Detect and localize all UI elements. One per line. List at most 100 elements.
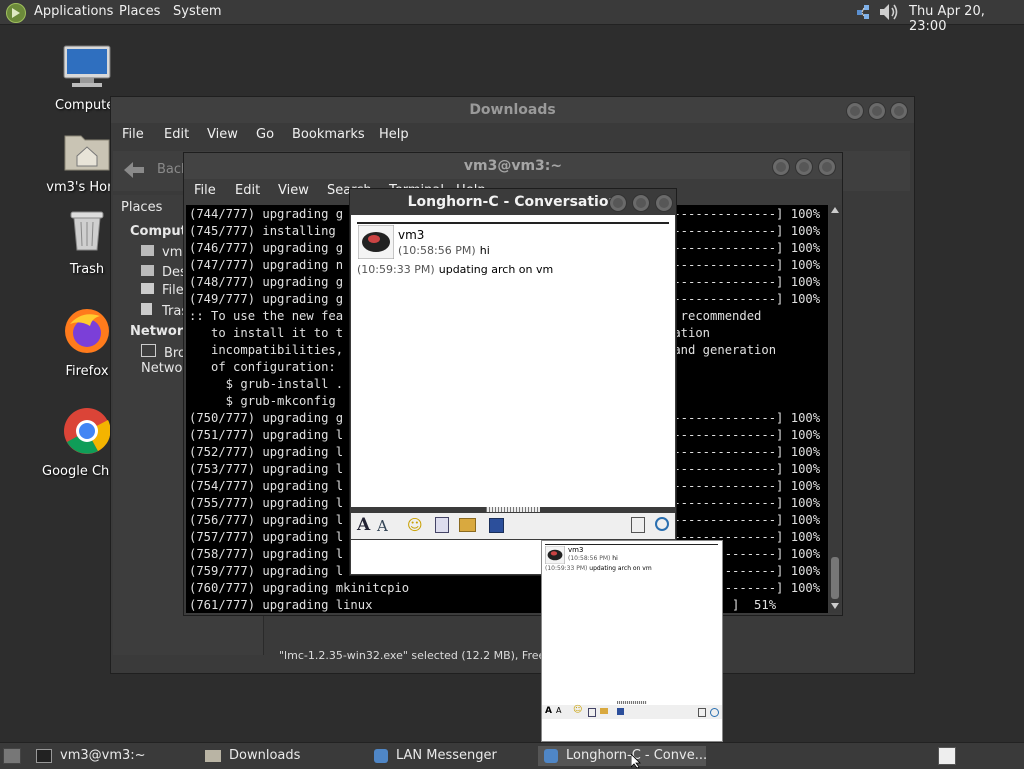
window-title: Longhorn-C - Conversation: [407, 194, 619, 210]
sidebar-header: Places: [121, 200, 163, 215]
splitter-handle: [617, 701, 647, 704]
message-row: (10:59:33 PM) updating arch on vm: [545, 565, 652, 572]
save-icon[interactable]: [489, 518, 504, 533]
network-icon: [141, 344, 156, 357]
volume-icon[interactable]: [878, 2, 900, 22]
message-history[interactable]: vm3 (10:58:56 PM) hi (10:59:33 PM) updat…: [351, 215, 675, 507]
terminal-titlebar[interactable]: vm3@vm3:~: [184, 153, 842, 179]
trash-icon: [70, 211, 104, 251]
message-time: (10:59:33 PM): [357, 263, 435, 276]
send-folder-icon: [600, 708, 608, 714]
conversation-toolbar: A A ☺: [542, 705, 722, 719]
home-folder-icon: [64, 135, 110, 171]
conversation-window: Longhorn-C - Conversation vm3 (10:58:56 …: [349, 188, 677, 576]
transfers-icon[interactable]: [655, 517, 669, 531]
menu-go[interactable]: Go: [256, 127, 274, 142]
message-time: (10:58:56 PM): [568, 555, 611, 562]
terminal-icon: [36, 748, 52, 763]
save-icon: [617, 708, 624, 715]
lan-messenger-icon: [374, 748, 388, 763]
font-color-icon: A: [556, 706, 562, 715]
font-icon[interactable]: A: [357, 515, 370, 535]
taskbar-item-downloads[interactable]: Downloads: [205, 746, 365, 766]
scroll-thumb[interactable]: [831, 557, 839, 599]
menu-file[interactable]: File: [122, 127, 144, 142]
maximize-button[interactable]: [868, 102, 886, 120]
folder-icon: [141, 265, 154, 276]
menu-file[interactable]: File: [194, 183, 216, 198]
sender-name: vm3: [568, 546, 584, 554]
maximize-button[interactable]: [632, 194, 650, 212]
taskbar-item-lan-messenger[interactable]: LAN Messenger: [374, 746, 534, 766]
firefox-icon: [65, 309, 109, 353]
downloads-menubar: File Edit View Go Bookmarks Help: [111, 127, 914, 147]
conversation-toolbar: A A ☺: [351, 513, 675, 539]
places-menu[interactable]: Places: [119, 4, 160, 19]
avatar: [358, 225, 394, 259]
window-preview-thumbnail[interactable]: vm3 (10:58:56 PM) hi (10:59:33 PM) updat…: [541, 540, 723, 742]
taskbar-item-label: vm3@vm3:~: [60, 748, 146, 763]
avatar: [545, 546, 565, 564]
network-status-icon[interactable]: [856, 4, 870, 20]
computer-icon: [63, 45, 111, 87]
clock[interactable]: Thu Apr 20, 23:00: [909, 4, 1024, 34]
send-file-icon: [588, 708, 596, 717]
drive-icon: [141, 283, 154, 294]
divider: [357, 222, 669, 224]
taskbar-item-label: Downloads: [229, 748, 301, 763]
close-button[interactable]: [818, 158, 836, 176]
message-row: (10:58:56 PM) hi: [568, 555, 618, 562]
history-icon[interactable]: [631, 517, 645, 533]
history-icon: [698, 708, 706, 717]
message-row: (10:58:56 PM) hi: [398, 243, 490, 258]
window-title: Downloads: [469, 102, 556, 118]
folder-icon: [141, 245, 154, 256]
conversation-titlebar[interactable]: Longhorn-C - Conversation: [350, 189, 676, 215]
transfers-icon: [710, 708, 719, 717]
taskbar-item-conversation[interactable]: Longhorn-C - Conve...: [538, 746, 707, 766]
folder-icon: [205, 749, 221, 762]
back-arrow-icon[interactable]: [123, 161, 145, 179]
send-file-icon[interactable]: [435, 517, 449, 533]
message-text: updating arch on vm: [589, 565, 652, 572]
font-color-icon[interactable]: A: [377, 517, 388, 535]
chrome-icon: [64, 408, 111, 454]
smiley-icon: ☺: [573, 705, 583, 715]
close-button[interactable]: [890, 102, 908, 120]
menu-edit[interactable]: Edit: [235, 183, 260, 198]
send-folder-icon[interactable]: [459, 518, 476, 532]
message-text: updating arch on vm: [438, 263, 554, 276]
minimize-button[interactable]: [846, 102, 864, 120]
smiley-icon[interactable]: ☺: [407, 516, 423, 534]
font-icon: A: [545, 706, 552, 716]
top-panel: Applications Places System Thu Apr 20, 2…: [0, 0, 1024, 34]
sender-name: vm3: [398, 228, 425, 242]
menu-edit[interactable]: Edit: [164, 127, 189, 142]
minimize-button[interactable]: [609, 194, 627, 212]
terminal-scrollbar[interactable]: [829, 205, 841, 613]
close-button[interactable]: [655, 194, 673, 212]
distro-logo-icon[interactable]: [6, 3, 26, 23]
downloads-titlebar[interactable]: Downloads: [111, 97, 914, 123]
divider: [545, 544, 718, 545]
applications-menu[interactable]: Applications: [34, 4, 113, 19]
system-menu[interactable]: System: [173, 4, 221, 19]
scroll-up-icon[interactable]: [831, 207, 839, 213]
workspace-switcher[interactable]: [938, 747, 956, 765]
window-title: vm3@vm3:~: [463, 158, 563, 174]
show-desktop-icon[interactable]: [3, 748, 21, 764]
minimize-button[interactable]: [772, 158, 790, 176]
message-row: (10:59:33 PM) updating arch on vm: [357, 262, 553, 277]
menu-view[interactable]: View: [207, 127, 238, 142]
menu-help[interactable]: Help: [379, 127, 409, 142]
mouse-cursor-icon: [631, 754, 641, 768]
menu-bookmarks[interactable]: Bookmarks: [292, 127, 365, 142]
menu-view[interactable]: View: [278, 183, 309, 198]
message-text: hi: [612, 555, 618, 562]
lan-messenger-icon: [544, 748, 558, 763]
splitter-handle[interactable]: [486, 507, 540, 512]
message-time: (10:59:33 PM): [545, 565, 588, 572]
taskbar-item-terminal[interactable]: vm3@vm3:~: [36, 746, 196, 766]
maximize-button[interactable]: [795, 158, 813, 176]
scroll-down-icon[interactable]: [831, 603, 839, 609]
